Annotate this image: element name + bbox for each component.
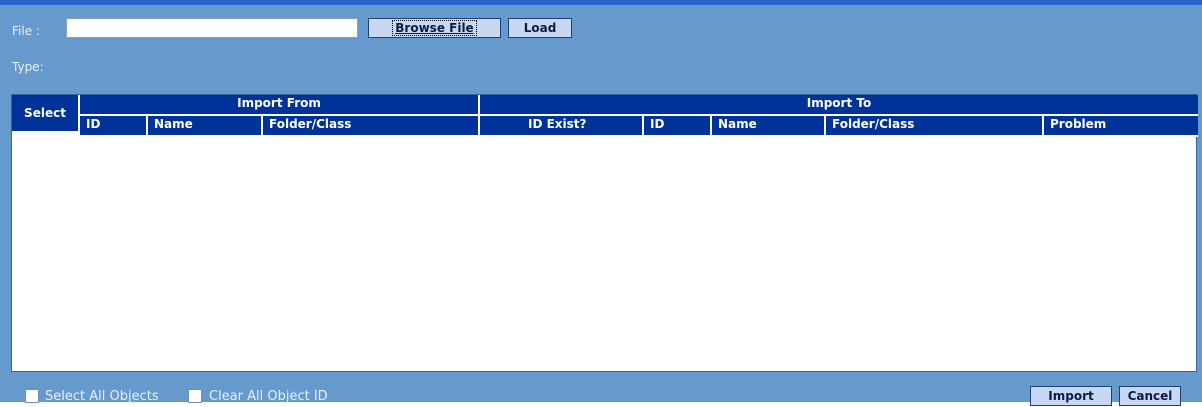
import-button[interactable]: Import: [1030, 386, 1112, 406]
browse-file-label: Browse File: [392, 20, 477, 36]
column-header-select: Select: [12, 95, 80, 133]
cancel-button[interactable]: Cancel: [1119, 386, 1181, 406]
import-dialog: File : Browse File Load Type: Select Imp…: [0, 0, 1202, 406]
file-path-input[interactable]: [66, 18, 358, 38]
file-label: File :: [12, 24, 40, 38]
group-header-import-from: Import From: [80, 95, 480, 116]
type-label: Type:: [12, 60, 44, 74]
grid-body: [12, 137, 1196, 371]
options-bar: Select All Objects Clear All Object ID: [0, 385, 1202, 407]
import-grid: Select Import From Import To ID Name Fol…: [11, 94, 1198, 372]
select-all-checkbox[interactable]: [25, 389, 39, 403]
column-header-to-id: ID: [644, 116, 712, 137]
group-header-import-to: Import To: [480, 95, 1198, 116]
clear-all-checkbox[interactable]: [188, 389, 202, 403]
browse-file-button[interactable]: Browse File: [368, 18, 501, 38]
column-header-to-name: Name: [712, 116, 826, 137]
column-header-id-exist: ID Exist?: [480, 116, 644, 137]
column-header-from-folder: Folder/Class: [263, 116, 480, 137]
column-header-from-id: ID: [80, 116, 148, 137]
column-header-to-folder: Folder/Class: [826, 116, 1044, 137]
column-header-from-name: Name: [148, 116, 263, 137]
column-header-problem: Problem: [1044, 116, 1198, 137]
load-button[interactable]: Load: [508, 18, 572, 38]
